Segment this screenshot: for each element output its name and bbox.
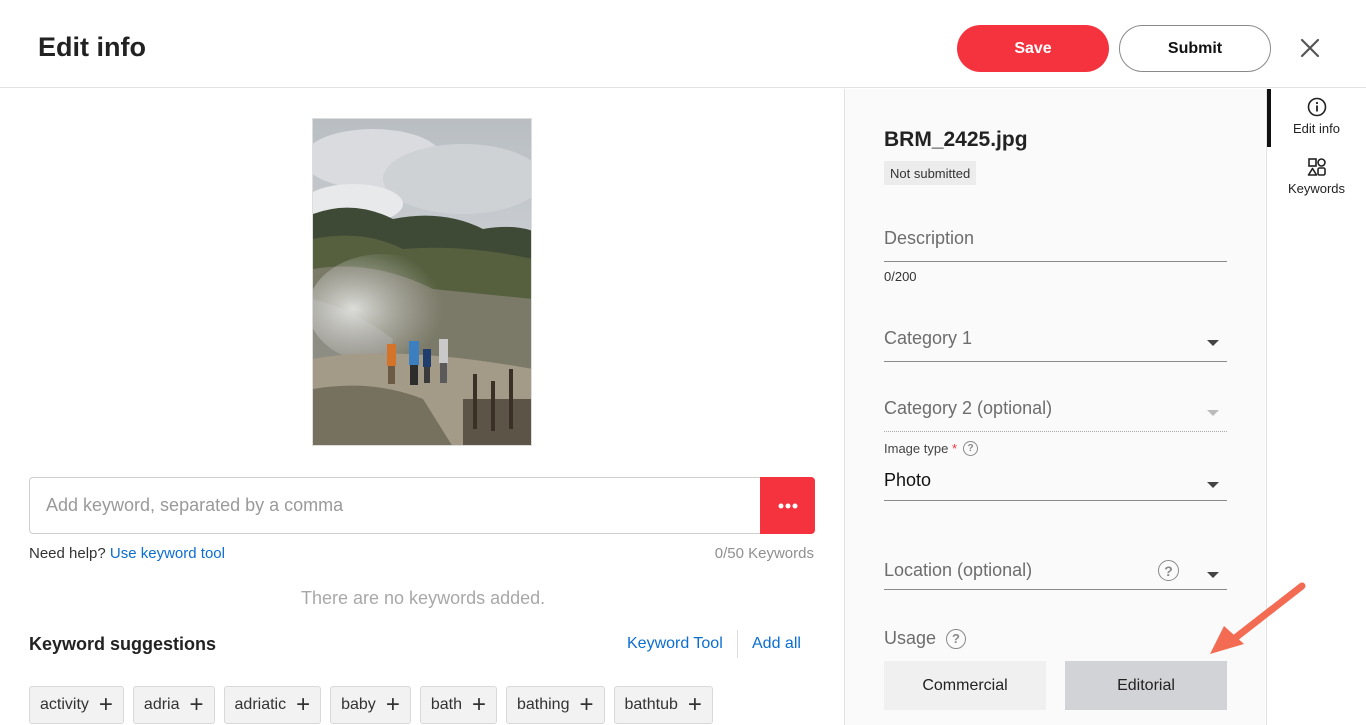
status-badge: Not submitted <box>884 161 977 185</box>
description-placeholder: Description <box>884 228 975 248</box>
help-prefix: Need help? <box>29 545 106 562</box>
description-count: 0/200 <box>884 269 917 284</box>
suggestion-chip[interactable]: bathing + <box>505 686 605 724</box>
info-icon <box>1307 97 1326 117</box>
rail-item-label: Keywords <box>1287 181 1346 196</box>
image-type-value: Photo <box>884 470 932 490</box>
help-icon[interactable]: ? <box>1158 560 1179 581</box>
image-type-select[interactable]: Photo <box>884 470 1227 501</box>
location-label: Location (optional) <box>884 560 1033 580</box>
help-icon[interactable]: ? <box>963 441 979 456</box>
category2-label: Category 2 (optional) <box>884 398 1053 418</box>
plus-icon: + <box>579 691 594 718</box>
category1-label: Category 1 <box>884 328 973 348</box>
chip-label: adriatic <box>234 696 287 713</box>
suggestion-chip[interactable]: adria + <box>132 686 215 724</box>
plus-icon: + <box>471 691 486 718</box>
keyword-help: Need help? Use keyword tool <box>29 545 225 562</box>
keyword-tool-link[interactable]: Use keyword tool <box>110 545 225 562</box>
more-options-button[interactable] <box>760 477 815 534</box>
help-icon[interactable]: ? <box>946 628 967 649</box>
image-type-label: Image type * ? <box>884 441 979 456</box>
rail-item-edit-info[interactable]: Edit info <box>1267 97 1366 136</box>
rail-item-label: Edit info <box>1293 121 1340 136</box>
save-button[interactable]: Save <box>957 25 1109 72</box>
divider <box>737 630 738 658</box>
suggestion-chip[interactable]: bathtub + <box>613 686 713 724</box>
chip-label: adria <box>143 696 180 713</box>
add-all-button[interactable]: Add all <box>752 635 801 653</box>
shapes-icon <box>1307 158 1326 176</box>
chevron-down-icon <box>1207 340 1219 346</box>
keyword-input[interactable] <box>29 477 761 534</box>
suggestion-chip[interactable]: adriatic + <box>223 686 322 724</box>
chevron-down-icon <box>1207 410 1219 416</box>
chip-label: bathing <box>516 696 570 713</box>
editorial-button[interactable]: Editorial <box>1065 661 1227 710</box>
commercial-button[interactable]: Commercial <box>884 661 1046 710</box>
plus-icon: + <box>296 691 311 718</box>
plus-icon: + <box>385 691 400 718</box>
required-mark: * <box>951 441 958 456</box>
usage-label: Usage ? <box>884 628 967 649</box>
keyword-tool-button[interactable]: Keyword Tool <box>627 635 723 653</box>
chevron-down-icon <box>1207 482 1219 488</box>
location-select[interactable]: Location (optional) ? <box>884 560 1227 590</box>
suggestion-chip[interactable]: baby + <box>330 686 411 724</box>
suggestion-chips: activity + adria + adriatic + baby + bath + b… <box>29 686 713 724</box>
chip-label: bath <box>430 696 462 713</box>
image-type-label-text: Image type <box>884 441 949 456</box>
chip-label: bathtub <box>624 696 678 713</box>
plus-icon: + <box>98 691 113 718</box>
rail-item-keywords[interactable]: Keywords <box>1267 157 1366 196</box>
keyword-count: 0/50 Keywords <box>714 545 814 562</box>
suggestion-chip[interactable]: activity + <box>29 686 124 724</box>
file-name: BRM_2425.jpg <box>884 128 1028 151</box>
image-preview <box>312 118 532 446</box>
usage-label-text: Usage <box>884 628 937 648</box>
category1-select[interactable]: Category 1 <box>884 328 1227 362</box>
ellipsis-icon <box>778 503 797 508</box>
chip-label: baby <box>341 696 376 713</box>
submit-button[interactable]: Submit <box>1119 25 1271 72</box>
plus-icon: + <box>189 691 204 718</box>
suggestions-title: Keyword suggestions <box>29 634 217 654</box>
chevron-down-icon <box>1207 572 1219 578</box>
page-title: Edit info <box>38 32 146 62</box>
plus-icon: + <box>687 691 702 718</box>
empty-keywords-message: There are no keywords added. <box>301 588 546 608</box>
chip-label: activity <box>40 696 89 713</box>
suggestion-chip[interactable]: bath + <box>419 686 497 724</box>
description-field[interactable]: Description <box>884 228 1227 262</box>
category2-select[interactable]: Category 2 (optional) <box>884 398 1227 432</box>
close-icon[interactable] <box>1298 36 1322 60</box>
header: Edit info Save Submit <box>0 0 1366 88</box>
